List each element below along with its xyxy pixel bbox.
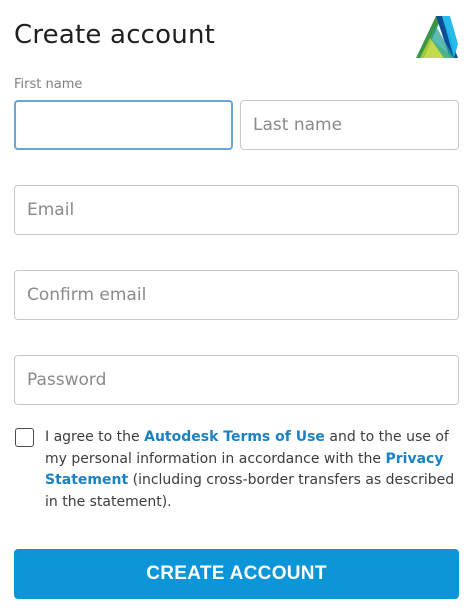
email-input[interactable] [14,185,459,235]
terms-of-use-link[interactable]: Autodesk Terms of Use [144,429,325,445]
first-name-input[interactable] [14,100,233,150]
consent-checkbox[interactable] [15,428,34,447]
page-title: Create account [14,20,216,50]
last-name-input[interactable] [240,100,459,150]
consent-text: I agree to the Autodesk Terms of Use and… [45,427,460,513]
first-name-label: First name [14,77,83,92]
consent-text-before: I agree to the [45,429,145,445]
confirm-email-input[interactable] [14,270,459,320]
create-account-page: Create account First name I agree to the… [0,0,466,608]
autodesk-logo-icon [416,16,458,58]
create-account-button[interactable]: CREATE ACCOUNT [14,549,459,599]
password-input[interactable] [14,355,459,405]
